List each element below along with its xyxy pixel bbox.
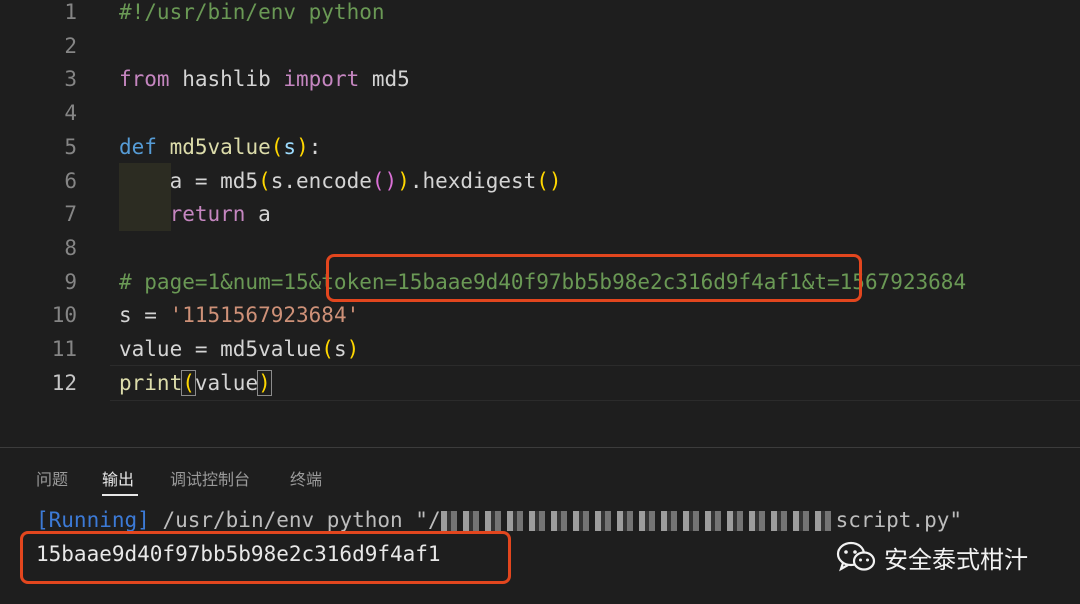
line-code: s = '1151567923684': [119, 298, 359, 332]
tab-debug-console[interactable]: 调试控制台: [170, 466, 250, 490]
line-number: 11: [51, 337, 77, 361]
watermark: 安全泰式柑汁: [836, 537, 1028, 577]
line-code: print(value): [119, 366, 272, 400]
line-number: 1: [64, 0, 77, 24]
line-number: 12: [51, 370, 77, 395]
code-token: value = md5value: [119, 337, 322, 361]
code-editor[interactable]: 1 #!/usr/bin/env python 2 3 from hashlib imp…: [0, 0, 1080, 447]
code-token: ): [257, 369, 272, 396]
command-prefix: /usr/bin/env python "/: [149, 508, 441, 532]
code-token: ): [296, 134, 309, 159]
code-line[interactable]: 1 #!/usr/bin/env python: [0, 0, 1080, 34]
line-number: 9: [64, 269, 77, 294]
code-token: '1151567923684': [169, 303, 360, 328]
tab-problems[interactable]: 问题: [36, 466, 68, 490]
command-suffix: script.py": [835, 508, 963, 532]
code-token: s: [333, 337, 347, 361]
code-token: s: [283, 134, 297, 159]
code-token: (): [536, 168, 562, 193]
code-token: (: [258, 168, 271, 193]
code-token: hashlib: [169, 67, 284, 92]
code-token: ): [397, 168, 410, 193]
line-number: 4: [64, 101, 77, 126]
code-token: def: [119, 134, 157, 159]
tab-output[interactable]: 输出: [102, 466, 134, 490]
line-code: return a: [119, 197, 271, 231]
code-line[interactable]: 7 return a: [0, 202, 1080, 236]
code-token: a = md5: [119, 168, 259, 193]
code-token: #!/usr/bin/env python: [119, 0, 385, 24]
watermark-text: 安全泰式柑汁: [884, 545, 1028, 574]
code-token: :: [308, 134, 322, 159]
code-token: md5: [359, 67, 410, 92]
code-token: s =: [119, 303, 170, 328]
running-label: [Running]: [36, 508, 150, 532]
code-token: (): [371, 168, 398, 193]
code-token: value: [194, 370, 259, 395]
code-token: return: [169, 202, 246, 227]
code-token: (: [321, 337, 334, 361]
token-highlight-box: [326, 254, 862, 302]
code-line[interactable]: 12 print(value): [0, 369, 1080, 405]
line-number: 8: [64, 235, 77, 260]
line-code: def md5value(s):: [119, 130, 321, 164]
code-line[interactable]: 3 from hashlib import md5: [0, 67, 1080, 101]
code-token: from: [119, 67, 170, 92]
line-number: 7: [64, 202, 77, 227]
code-token: (: [270, 134, 284, 159]
active-tab-indicator: [102, 494, 138, 496]
line-number: 10: [51, 303, 77, 328]
code-token: import: [283, 67, 360, 92]
redacted-path: [440, 511, 836, 531]
wechat-icon: [836, 541, 876, 573]
line-code: a = md5(s.encode()).hexdigest(): [119, 164, 562, 198]
code-token: (: [181, 369, 196, 396]
line-code: #!/usr/bin/env python: [119, 0, 385, 29]
output-highlight-box: [20, 531, 511, 584]
code-token: .hexdigest: [409, 168, 537, 193]
line-number: 5: [64, 134, 77, 159]
line-number: 6: [64, 168, 77, 193]
line-code: value = md5value(s): [119, 332, 359, 366]
code-token: ): [346, 337, 360, 361]
code-token: md5value: [169, 134, 271, 159]
code-token: a: [245, 202, 271, 227]
tab-terminal[interactable]: 终端: [290, 466, 322, 490]
line-number: 2: [64, 33, 77, 58]
line-number: 3: [64, 67, 77, 92]
code-token: print: [119, 370, 183, 395]
line-code: from hashlib import md5: [119, 62, 410, 96]
code-token: s.encode: [270, 168, 372, 193]
